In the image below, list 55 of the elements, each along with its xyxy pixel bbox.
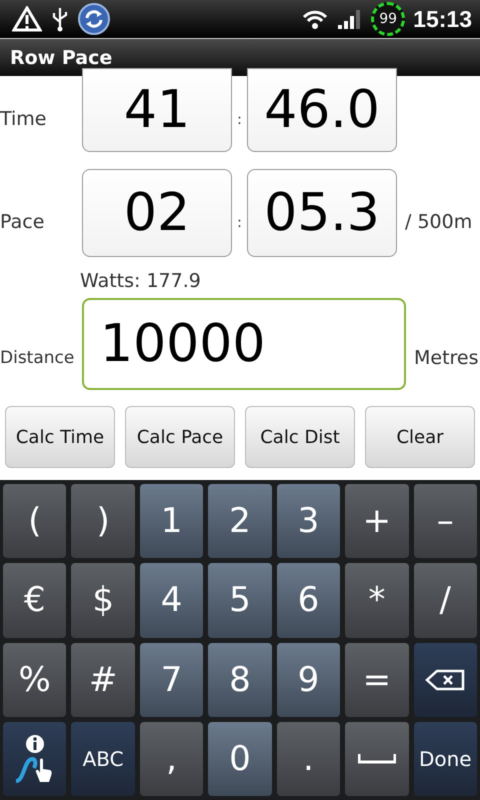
key[interactable]: € (3, 563, 66, 638)
key[interactable]: 2 (208, 484, 272, 558)
key[interactable]: 8 (208, 642, 272, 717)
wifi-icon (301, 8, 330, 30)
key[interactable]: ( (3, 484, 66, 558)
action-button[interactable]: Clear (365, 406, 475, 468)
backspace-icon (425, 668, 466, 691)
action-button[interactable]: Calc Time (5, 406, 115, 468)
number-field[interactable]: 02 (82, 169, 232, 257)
app-title: Row Pace (10, 46, 112, 68)
key[interactable]: # (71, 642, 135, 717)
watts-text: Watts: 177.9 (79, 270, 202, 294)
key[interactable]: ) (71, 484, 135, 558)
number-field[interactable]: 46.0 (247, 68, 397, 152)
key[interactable]: = (345, 642, 409, 717)
key[interactable]: 5 (208, 563, 272, 638)
key[interactable]: * (345, 563, 409, 638)
key[interactable]: 0 (208, 722, 272, 796)
info-icon (24, 734, 45, 754)
key[interactable] (345, 722, 409, 796)
key[interactable]: . (276, 722, 340, 796)
unit-label: / 500m (405, 211, 472, 233)
key[interactable]: ABC (71, 722, 135, 796)
key[interactable]: 9 (276, 642, 340, 717)
usb-icon (50, 6, 70, 32)
battery-level: 99 (371, 2, 406, 36)
key[interactable]: 3 (276, 484, 340, 558)
key[interactable]: 1 (140, 484, 204, 558)
field-label: Distance (0, 348, 76, 368)
separator: : (236, 112, 243, 128)
action-button[interactable]: Calc Dist (245, 406, 355, 468)
field-label: Pace (0, 211, 46, 233)
key[interactable] (3, 722, 66, 796)
number-field[interactable]: 05.3 (247, 169, 397, 257)
space-icon (358, 754, 396, 764)
key[interactable]: $ (71, 563, 135, 638)
action-button[interactable]: Calc Pace (125, 406, 235, 468)
key[interactable]: 7 (140, 642, 204, 717)
key[interactable]: + (345, 484, 409, 558)
key[interactable]: – (414, 484, 477, 558)
clock: 15:13 (413, 6, 472, 32)
number-field[interactable]: 41 (82, 68, 232, 152)
key[interactable]: / (414, 563, 477, 638)
key[interactable]: % (3, 642, 66, 717)
sync-icon (78, 3, 110, 35)
key[interactable] (414, 642, 477, 717)
distance-field[interactable]: 10000 (82, 298, 406, 390)
key[interactable]: 4 (140, 563, 204, 638)
key[interactable]: Done (414, 722, 477, 796)
key[interactable]: 6 (276, 563, 340, 638)
field-label: Time (0, 108, 48, 130)
key[interactable]: , (140, 722, 204, 796)
separator: : (236, 215, 243, 231)
unit-label: Metres (414, 347, 479, 369)
warning-icon (12, 6, 42, 32)
